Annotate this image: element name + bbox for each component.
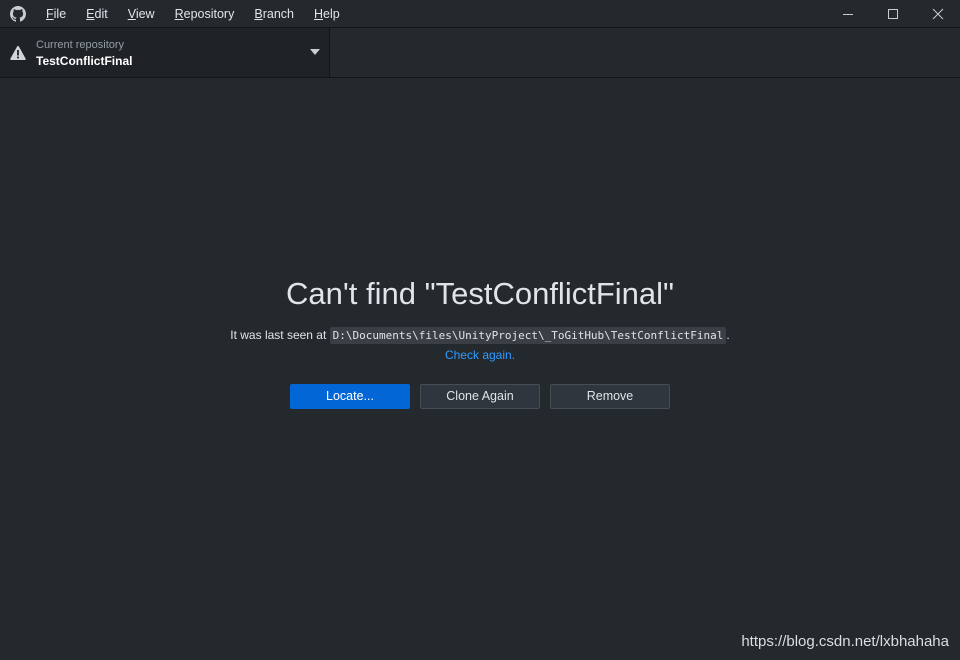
missing-repository-view: Can't find "TestConflictFinal" It was la… [0, 78, 960, 660]
last-seen-message: It was last seen at D:\Documents\files\U… [0, 327, 960, 344]
repo-selector-label: Current repository [36, 39, 125, 51]
last-seen-prefix: It was last seen at [230, 328, 330, 342]
repository-path: D:\Documents\files\UnityProject\_ToGitHu… [329, 327, 727, 344]
toolbar: Current repository TestConflictFinal [0, 28, 960, 78]
menu-bar: File Edit View Repository Branch Help [36, 0, 350, 28]
page-title: Can't find "TestConflictFinal" [285, 276, 675, 311]
watermark: https://blog.csdn.net/lxbhahaha [741, 633, 949, 650]
close-icon [932, 8, 943, 20]
window-controls [825, 0, 960, 28]
minimize-icon [842, 14, 853, 15]
caret-down-icon [310, 49, 320, 55]
close-button[interactable] [915, 0, 960, 28]
repo-name: TestConflictFinal [36, 54, 133, 68]
locate-button[interactable]: Locate... [290, 384, 410, 409]
menu-repository[interactable]: Repository [165, 0, 245, 28]
last-seen-suffix: . [726, 328, 730, 342]
menu-edit[interactable]: Edit [76, 0, 118, 28]
title-bar: File Edit View Repository Branch Help [0, 0, 960, 28]
clone-again-button[interactable]: Clone Again [420, 384, 540, 409]
current-repository-dropdown[interactable]: Current repository TestConflictFinal [0, 28, 330, 77]
menu-view[interactable]: View [118, 0, 165, 28]
maximize-icon [887, 9, 898, 19]
menu-file[interactable]: File [36, 0, 76, 28]
remove-button[interactable]: Remove [550, 384, 670, 409]
github-logo-icon [0, 0, 36, 28]
maximize-button[interactable] [870, 0, 915, 28]
menu-branch[interactable]: Branch [244, 0, 304, 28]
check-again-link[interactable]: Check again. [0, 348, 960, 362]
warning-icon [10, 45, 26, 60]
minimize-button[interactable] [825, 0, 870, 28]
menu-help[interactable]: Help [304, 0, 350, 28]
